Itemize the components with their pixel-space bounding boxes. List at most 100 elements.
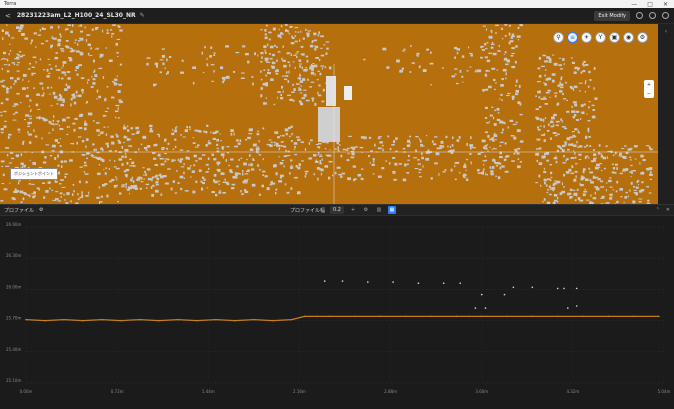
zoom-in-icon[interactable]: + xyxy=(644,80,654,89)
data-point xyxy=(342,280,344,282)
data-point xyxy=(481,316,483,318)
x-tick-label: 4.32m xyxy=(566,389,579,394)
profile-toolbar: プロファイル ⚙ プロファイル幅 0.2 + ⚙ ▥ ▦ ⌃ ✕ xyxy=(0,204,674,216)
data-point xyxy=(557,288,559,290)
data-point xyxy=(430,316,432,318)
x-tick-label: 0.00m xyxy=(20,389,33,394)
data-point xyxy=(557,316,559,318)
fork-icon[interactable]: Y xyxy=(595,32,606,43)
data-point xyxy=(139,319,141,321)
data-point xyxy=(44,320,46,322)
data-point xyxy=(196,320,198,322)
y-tick-label: 25.70m xyxy=(6,316,21,321)
y-tick-label: 25.10m xyxy=(6,378,21,383)
data-point xyxy=(658,316,660,318)
data-point xyxy=(291,319,293,321)
data-point xyxy=(367,281,369,283)
settings-icon[interactable]: ⚙ xyxy=(637,32,648,43)
x-tick-label: 2.88m xyxy=(384,389,397,394)
data-point xyxy=(608,316,610,318)
zoom-out-icon[interactable]: − xyxy=(644,89,654,98)
data-point xyxy=(576,305,578,307)
data-point xyxy=(506,316,508,318)
series-1 xyxy=(324,280,578,309)
expand-icon[interactable]: ⌃ xyxy=(656,207,660,213)
gear-icon[interactable]: ⚙ xyxy=(362,206,370,214)
data-point xyxy=(354,316,356,318)
y-tick-label: 25.40m xyxy=(6,347,21,352)
maximize-button[interactable]: □ xyxy=(647,1,653,8)
clock-icon[interactable] xyxy=(636,12,643,19)
add-icon[interactable]: + xyxy=(349,206,357,214)
car-shape xyxy=(344,86,352,100)
project-title: 28231223am_L2_H100_24_SL30_NR xyxy=(17,12,136,19)
data-point xyxy=(475,307,477,309)
app-name: Terra xyxy=(4,1,16,7)
data-point xyxy=(459,282,461,284)
x-tick-label: 1.44m xyxy=(202,389,215,394)
bars-icon[interactable]: ▥ xyxy=(375,206,383,214)
y-tick-label: 26.60m xyxy=(6,222,21,227)
refresh-icon[interactable] xyxy=(649,12,656,19)
data-point xyxy=(272,320,274,322)
data-point xyxy=(532,316,534,318)
camera-icon[interactable]: ◉ xyxy=(623,32,634,43)
profile-label: プロファイル xyxy=(4,207,34,214)
grid-icon[interactable]: ▦ xyxy=(388,206,396,214)
zoom-controls: + − xyxy=(644,80,654,98)
profile-settings-icon[interactable]: ⚙ xyxy=(39,207,43,213)
data-point xyxy=(234,320,236,322)
density-label: プロファイル幅 xyxy=(290,207,325,214)
data-point xyxy=(567,307,569,309)
right-rail: ‹ xyxy=(658,24,674,204)
data-point xyxy=(316,316,318,318)
data-point xyxy=(158,320,160,322)
data-point xyxy=(392,281,394,283)
data-point xyxy=(215,319,217,321)
data-point xyxy=(532,287,534,289)
data-point xyxy=(513,287,515,289)
data-point xyxy=(485,307,487,309)
x-tick-label: 0.72m xyxy=(111,389,124,394)
data-point xyxy=(304,316,306,318)
profile-chart[interactable]: 26.60m 26.30m 26.00m 25.70m 25.40m 25.10m 0.00… xyxy=(0,216,674,405)
edit-mode-button[interactable]: Exit Modify xyxy=(594,11,630,21)
menu-icon[interactable] xyxy=(662,12,669,19)
data-point xyxy=(563,288,565,290)
data-point xyxy=(504,294,506,296)
data-point xyxy=(329,316,331,318)
data-point xyxy=(25,319,27,321)
close-profile-icon[interactable]: ✕ xyxy=(666,207,670,213)
minimize-button[interactable]: — xyxy=(631,1,637,8)
bulb-icon[interactable]: ☀ xyxy=(581,32,592,43)
data-point xyxy=(82,320,84,322)
edit-title-icon[interactable]: ✎ xyxy=(140,12,145,19)
data-point xyxy=(468,316,470,318)
app-header: < 28231223am_L2_H100_24_SL30_NR ✎ Exit M… xyxy=(0,8,674,24)
data-point xyxy=(120,320,122,322)
y-tick-label: 26.30m xyxy=(6,253,21,258)
collapse-panel-icon[interactable]: ‹ xyxy=(658,28,674,35)
x-tick-label: 2.16m xyxy=(293,389,306,394)
point-cloud-viewport[interactable]: ⚲ ≡ ☀ Y ▣ ◉ ⚙ + − ポジショントポイント xyxy=(0,24,658,204)
data-point xyxy=(633,316,635,318)
close-button[interactable]: ✕ xyxy=(663,1,668,8)
data-point xyxy=(405,316,407,318)
data-point xyxy=(101,319,103,321)
window-titlebar: Terra — □ ✕ xyxy=(0,0,674,8)
data-point xyxy=(253,319,255,321)
data-point xyxy=(63,319,65,321)
layers-icon[interactable]: ≡ xyxy=(567,32,578,43)
density-input[interactable]: 0.2 xyxy=(330,206,344,214)
data-point xyxy=(443,282,445,284)
data-point xyxy=(481,294,483,296)
viewport-toolbar: ⚲ ≡ ☀ Y ▣ ◉ ⚙ xyxy=(553,32,648,43)
x-tick-label: 3.60m xyxy=(475,389,488,394)
pin-icon[interactable]: ⚲ xyxy=(553,32,564,43)
back-button[interactable]: < xyxy=(5,12,11,20)
cube-icon[interactable]: ▣ xyxy=(609,32,620,43)
vehicle-shape xyxy=(318,107,340,142)
data-point xyxy=(576,288,578,290)
y-tick-label: 26.00m xyxy=(6,284,21,289)
position-label: ポジショントポイント xyxy=(10,168,58,180)
